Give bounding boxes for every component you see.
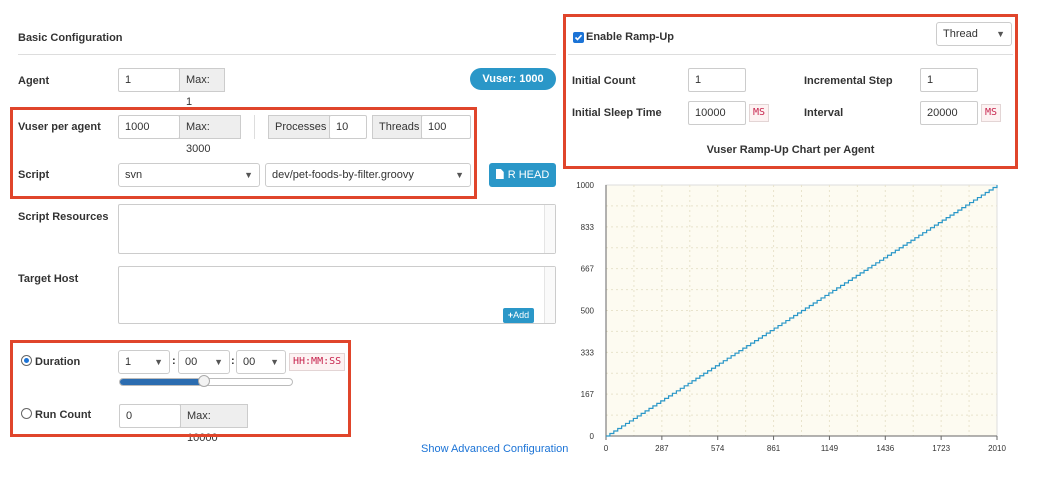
basic-config-title: Basic Configuration <box>18 32 123 44</box>
x-tick-label: 1149 <box>821 444 839 453</box>
y-tick-label: 500 <box>581 307 595 316</box>
y-tick-label: 833 <box>581 223 595 232</box>
y-tick-label: 0 <box>590 432 595 441</box>
file-icon <box>495 169 504 179</box>
agent-input[interactable]: 1 <box>118 68 180 92</box>
agent-label: Agent <box>18 75 50 87</box>
scrollbar[interactable] <box>544 267 555 323</box>
divider <box>18 54 556 55</box>
vuser-total-badge: Vuser: 1000 <box>470 68 556 90</box>
x-tick-label: 1723 <box>932 444 950 453</box>
add-host-button[interactable]: +Add <box>503 308 534 323</box>
highlight-box <box>10 340 351 437</box>
x-tick-label: 574 <box>711 444 725 453</box>
y-tick-label: 1000 <box>576 181 594 190</box>
add-host-label: Add <box>513 310 530 320</box>
x-tick-label: 2010 <box>988 444 1006 453</box>
rhead-button[interactable]: R HEAD <box>489 163 556 187</box>
rampup-chart: 0 287 574 861 1149 1436 1723 2010 0 167 333 500 667 8… <box>576 181 1006 453</box>
y-tick-label: 667 <box>581 265 595 274</box>
x-tick-label: 861 <box>767 444 781 453</box>
target-host-label: Target Host <box>18 273 79 285</box>
highlight-box <box>10 107 477 199</box>
scrollbar[interactable] <box>544 205 555 253</box>
highlight-box <box>563 14 1018 169</box>
rhead-button-label: R HEAD <box>507 169 550 181</box>
x-tick-label: 287 <box>655 444 669 453</box>
y-tick-label: 333 <box>581 348 595 357</box>
show-advanced-link[interactable]: Show Advanced Configuration <box>421 443 568 455</box>
agent-max-addon: Max: 1 <box>179 68 225 108</box>
target-host-area[interactable] <box>118 266 556 324</box>
x-tick-label: 0 <box>604 444 609 453</box>
y-tick-label: 167 <box>581 390 595 399</box>
script-resources-label: Script Resources <box>18 211 109 223</box>
x-tick-label: 1436 <box>876 444 894 453</box>
script-resources-area[interactable] <box>118 204 556 254</box>
